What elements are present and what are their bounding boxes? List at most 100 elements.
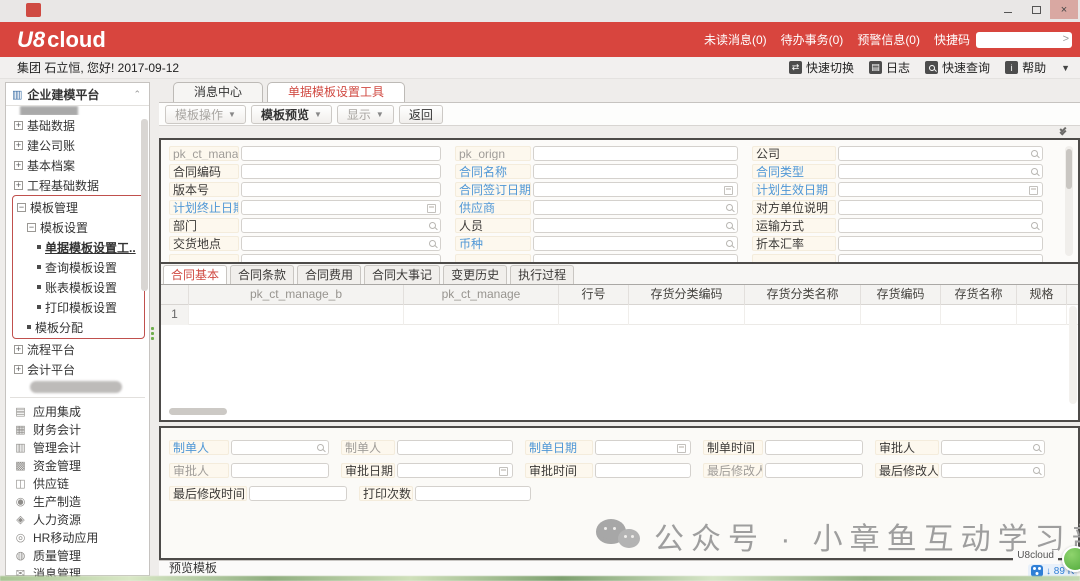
column-header[interactable]: 存货分类编码 <box>629 285 745 305</box>
detail-tab-contract-events[interactable]: 合同大事记 <box>364 265 440 284</box>
field-input[interactable] <box>249 486 347 501</box>
search-icon[interactable] <box>429 240 436 247</box>
sidebar-module-quality-mgmt[interactable]: ◍质量管理 <box>6 546 149 564</box>
field-input[interactable] <box>533 182 738 197</box>
sidebar-module-hr-mobile[interactable]: ◎HR移动应用 <box>6 528 149 546</box>
sidebar-item-project-basic-data[interactable]: +工程基础数据 <box>6 175 149 195</box>
sidebar-header[interactable]: ▥ 企业建模平台 ⌃ <box>6 83 149 106</box>
field-input[interactable] <box>397 463 513 478</box>
field-input[interactable] <box>241 254 441 263</box>
sidebar-item-accounting-platform[interactable]: +会计平台 <box>6 359 149 379</box>
search-icon[interactable] <box>317 444 324 451</box>
search-icon[interactable] <box>1033 444 1040 451</box>
sidebar-item-template-setting[interactable]: −模板设置 <box>13 217 144 237</box>
calendar-icon[interactable] <box>499 467 508 476</box>
search-icon[interactable] <box>726 240 733 247</box>
template-ops-button[interactable]: 模板操作▼ <box>165 105 246 124</box>
field-input[interactable] <box>533 164 738 179</box>
close-button[interactable]: × <box>1050 0 1078 19</box>
field-input[interactable] <box>838 254 1043 263</box>
column-header[interactable]: pk_ct_manage_b <box>189 285 404 305</box>
sidebar-item-process-platform[interactable]: +流程平台 <box>6 339 149 359</box>
sidebar-item-print-template[interactable]: 打印模板设置 <box>13 297 144 317</box>
field-input[interactable] <box>838 200 1043 215</box>
field-input[interactable] <box>941 463 1045 478</box>
sidebar-item-template-mgmt[interactable]: −模板管理 <box>13 197 144 217</box>
todo-tasks-link[interactable]: 待办事务(0) <box>781 31 844 48</box>
search-icon[interactable] <box>726 204 733 211</box>
field-input[interactable] <box>838 218 1043 233</box>
field-input[interactable] <box>838 182 1043 197</box>
field-input[interactable] <box>231 463 329 478</box>
field-input[interactable] <box>241 200 441 215</box>
field-input[interactable] <box>415 486 531 501</box>
field-input[interactable] <box>595 440 691 455</box>
sidebar-module-management-accounting[interactable]: ▥管理会计 <box>6 438 149 456</box>
field-input[interactable] <box>765 440 863 455</box>
calendar-icon[interactable] <box>427 204 436 213</box>
alert-info-link[interactable]: 预警信息(0) <box>857 31 920 48</box>
field-input[interactable] <box>533 146 738 161</box>
userbar-action-log[interactable]: ▤日志 <box>869 59 910 76</box>
table-row[interactable]: 1 <box>161 305 1078 325</box>
column-header[interactable]: 行号 <box>559 285 629 305</box>
maximize-button[interactable] <box>1022 0 1050 19</box>
shortcut-code-input[interactable]: > <box>976 32 1072 48</box>
field-input[interactable] <box>533 254 738 263</box>
field-input[interactable] <box>241 164 441 179</box>
field-input[interactable] <box>231 440 329 455</box>
minimize-button[interactable] <box>994 0 1022 19</box>
form-scrollbar[interactable] <box>1065 146 1073 256</box>
sidebar-item-bill-template-tool[interactable]: 单据模板设置工.. <box>13 237 144 257</box>
collapse-icon[interactable]: − <box>17 203 26 212</box>
column-header[interactable]: 存货名称 <box>941 285 1017 305</box>
calendar-icon[interactable] <box>724 186 733 195</box>
search-icon[interactable] <box>429 222 436 229</box>
expand-icon[interactable]: + <box>14 121 23 130</box>
search-icon[interactable] <box>1031 222 1038 229</box>
sidebar-item-company-ledger[interactable]: +建公司账 <box>6 135 149 155</box>
expand-icon[interactable]: + <box>14 365 23 374</box>
sidebar-item-template-assign[interactable]: 模板分配 <box>13 317 144 337</box>
table-hscrollbar[interactable] <box>169 408 227 415</box>
expand-icon[interactable]: + <box>14 345 23 354</box>
column-header[interactable] <box>161 285 189 305</box>
field-input[interactable] <box>241 218 441 233</box>
sidebar-item-basic-data[interactable]: +基础数据 <box>6 115 149 135</box>
column-header[interactable]: pk_ct_manage <box>404 285 559 305</box>
field-input[interactable] <box>397 440 513 455</box>
calendar-icon[interactable] <box>677 444 686 453</box>
field-input[interactable] <box>765 463 863 478</box>
collapse-icon[interactable]: − <box>27 223 36 232</box>
search-icon[interactable] <box>726 222 733 229</box>
sidebar-scrollbar[interactable] <box>141 119 148 291</box>
shortcut-go-icon[interactable]: > <box>1063 33 1069 45</box>
field-input[interactable] <box>533 200 738 215</box>
search-icon[interactable] <box>1031 168 1038 175</box>
sidebar-splitter-handle[interactable] <box>151 327 154 340</box>
field-input[interactable] <box>241 146 441 161</box>
detail-tab-change-history[interactable]: 变更历史 <box>443 265 507 284</box>
field-input[interactable] <box>595 463 691 478</box>
sidebar-item-basic-archives[interactable]: +基本档案 <box>6 155 149 175</box>
search-icon[interactable] <box>1033 467 1040 474</box>
field-input[interactable] <box>838 236 1043 251</box>
calendar-icon[interactable] <box>1029 186 1038 195</box>
display-button[interactable]: 显示▼ <box>337 105 394 124</box>
sidebar-item-report-template[interactable]: 账表模板设置 <box>13 277 144 297</box>
detail-tab-contract-terms[interactable]: 合同条款 <box>230 265 294 284</box>
sidebar-module-treasury-mgmt[interactable]: ▩资金管理 <box>6 456 149 474</box>
back-button[interactable]: 返回 <box>399 105 443 124</box>
expand-icon[interactable]: + <box>14 181 23 190</box>
sidebar-module-financial-accounting[interactable]: ▦财务会计 <box>6 420 149 438</box>
more-caret-icon[interactable]: ▼ <box>1061 63 1070 73</box>
collapse-form-icon[interactable] <box>1060 127 1066 133</box>
table-vscrollbar[interactable] <box>1069 306 1077 404</box>
field-input[interactable] <box>533 236 738 251</box>
userbar-action-quick-search[interactable]: 快速查询 <box>925 59 990 76</box>
detail-tab-execution-process[interactable]: 执行过程 <box>510 265 574 284</box>
userbar-action-help[interactable]: i帮助 <box>1005 59 1046 76</box>
sidebar-item-query-template[interactable]: 查询模板设置 <box>13 257 144 277</box>
tab-message-center[interactable]: 消息中心 <box>173 82 263 102</box>
field-input[interactable] <box>533 218 738 233</box>
